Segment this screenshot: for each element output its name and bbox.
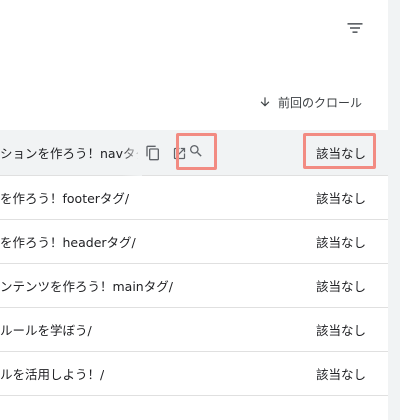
filter-button[interactable] — [343, 16, 367, 40]
row-status: 該当なし — [315, 146, 366, 161]
arrow-down-icon — [260, 97, 270, 107]
results-table: ションを作ろう！navタグ 該当なし を作ろう！footerタグ/ 該当なし を… — [0, 130, 388, 396]
table-row[interactable]: ルールを学ぼう/ 該当なし — [0, 308, 388, 352]
table-row[interactable]: を作ろう！footerタグ/ 該当なし — [0, 176, 388, 220]
row-url: ルールを学ぼう/ — [0, 323, 92, 338]
row-url: ンテンツを作ろう！mainタグ/ — [0, 279, 173, 294]
copy-icon — [146, 145, 159, 161]
sort-header-last-crawl[interactable]: 前回のクロール — [258, 92, 362, 112]
scrollbar-track[interactable] — [388, 0, 400, 420]
filter-list-icon — [347, 23, 363, 33]
row-status: 該当なし — [315, 279, 366, 294]
text-fade — [122, 130, 142, 176]
row-status: 該当なし — [315, 191, 366, 206]
sort-header-label: 前回のクロール — [278, 95, 363, 110]
table-row[interactable]: を作ろう！headerタグ/ 該当なし — [0, 220, 388, 264]
row-url: を作ろう！footerタグ/ — [0, 191, 130, 206]
row-status: 該当なし — [315, 323, 366, 338]
table-row[interactable]: ルを活用しよう！/ 該当なし — [0, 352, 388, 396]
table-row[interactable]: ションを作ろう！navタグ 該当なし — [0, 130, 388, 176]
row-status: 該当なし — [315, 367, 366, 382]
row-url: ルを活用しよう！/ — [0, 367, 105, 382]
row-url: を作ろう！headerタグ/ — [0, 235, 136, 250]
inspect-url-button[interactable] — [177, 132, 215, 170]
search-icon — [190, 145, 202, 157]
table-row[interactable]: ンテンツを作ろう！mainタグ/ 該当なし — [0, 264, 388, 308]
copy-url-button[interactable] — [142, 142, 164, 164]
row-url: ションを作ろう！navタグ — [0, 146, 138, 161]
row-status: 該当なし — [315, 235, 366, 250]
